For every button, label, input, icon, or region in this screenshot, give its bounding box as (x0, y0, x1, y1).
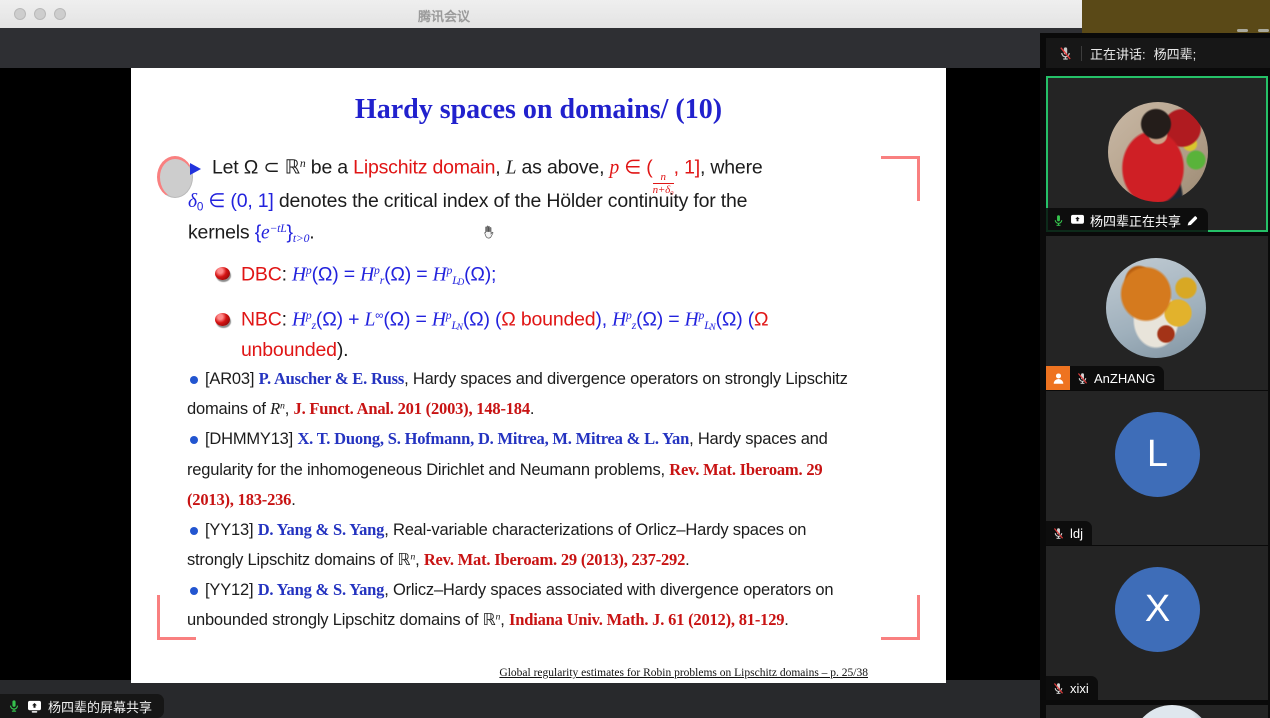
participants-panel: 正在讲话: 杨四辈; 杨四辈正在共享 (1040, 33, 1270, 718)
slide-footer: Global regularity estimates for Robin pr… (499, 667, 868, 679)
pencil-edit-icon[interactable] (1186, 214, 1199, 227)
reference-line: [YY12] D. Yang & S. Yang, Orlicz–Hardy s… (205, 582, 833, 599)
bullet-dot-icon (190, 587, 198, 595)
bullet-dot-icon (190, 527, 198, 535)
screenshare-icon (1070, 214, 1085, 226)
participant-name: xixi (1070, 681, 1089, 696)
mic-on-icon (1052, 214, 1065, 227)
avatar-photo (1132, 705, 1212, 718)
crop-mark-bottom-right (881, 595, 920, 640)
reference-line: domains of Rn, J. Funct. Anal. 201 (2003… (187, 401, 534, 418)
slide-text-line: kernels {e−tL}t>0. (188, 223, 314, 245)
person-icon (1051, 371, 1066, 386)
reference-line: strongly Lipschitz domains of ℝn, Rev. M… (187, 552, 690, 569)
host-badge (1046, 366, 1070, 390)
avatar-initial: L (1115, 412, 1200, 497)
avatar-initial: X (1115, 567, 1200, 652)
participant-name-tag: ldj (1046, 521, 1092, 545)
bullet-dot-icon (190, 436, 198, 444)
bullet-dot-icon (190, 376, 198, 384)
window-title: 腾讯会议 (0, 6, 888, 25)
participant-name: 杨四辈正在共享 (1090, 211, 1181, 230)
meeting-app: 腾讯会议 Hardy spaces on domains/ (10) Let Ω… (0, 0, 1270, 718)
backdrop-highlight (1237, 29, 1248, 32)
crop-mark-top-right (881, 156, 920, 201)
video-tile[interactable]: L ldj (1046, 391, 1268, 545)
hand-cursor-icon (481, 224, 496, 241)
reference-line: [DHMMY13] X. T. Duong, S. Hofmann, D. Mi… (205, 431, 828, 448)
presentation-slide: Hardy spaces on domains/ (10) Let Ω ⊂ ℝn… (131, 68, 946, 683)
mic-on-icon (7, 699, 21, 713)
speaking-label: 正在讲话: (1090, 44, 1146, 63)
participant-name: AnZHANG (1094, 371, 1155, 386)
slide-text-line: δ0 ∈ (0, 1] denotes the critical index o… (188, 192, 747, 213)
participant-name-tag: 杨四辈正在共享 (1046, 208, 1208, 232)
video-tile-sharer[interactable]: 杨四辈正在共享 (1046, 76, 1268, 232)
video-tile[interactable]: AnZHANG (1046, 236, 1268, 390)
avatar-letter: X (1145, 588, 1170, 631)
reference-line: unbounded strongly Lipschitz domains of … (187, 612, 789, 629)
bullet-ball-icon (215, 313, 230, 326)
mic-muted-icon (1052, 527, 1065, 540)
participant-name: ldj (1070, 526, 1083, 541)
screen-share-pill[interactable]: 杨四辈的屏幕共享 (0, 694, 164, 718)
screenshare-icon (27, 700, 42, 713)
video-tile-partial[interactable] (1046, 705, 1268, 718)
slide-text-line: DBC: Hp(Ω) = Hpr(Ω) = HpLD(Ω); (241, 265, 496, 288)
meeting-top-bar (0, 28, 1082, 68)
backdrop-highlight (1258, 29, 1269, 32)
name-tag: AnZHANG (1070, 366, 1164, 390)
speaking-indicator-bar: 正在讲话: 杨四辈; (1046, 38, 1270, 68)
avatar-letter: L (1147, 433, 1168, 476)
reference-line: [AR03] P. Auscher & E. Russ, Hardy space… (205, 371, 848, 388)
avatar-photo (1108, 102, 1208, 202)
slide-text-line: unbounded). (241, 341, 348, 361)
video-tile[interactable]: X xixi (1046, 546, 1268, 700)
mic-muted-icon (1052, 682, 1065, 695)
reference-line: (2013), 183-236. (187, 492, 296, 509)
participant-name-tag: AnZHANG (1046, 366, 1164, 390)
screen-share-pill-label: 杨四辈的屏幕共享 (48, 697, 152, 716)
triangle-bullet-icon (190, 163, 201, 175)
speaking-name: 杨四辈; (1154, 44, 1197, 63)
screen-share-area: Hardy spaces on domains/ (10) Let Ω ⊂ ℝn… (0, 68, 1040, 680)
slide-text-line: NBC: Hpz(Ω) + L∞(Ω) = HpLN(Ω) (Ω bounded… (241, 310, 768, 333)
mic-muted-icon (1058, 46, 1073, 61)
slide-title: Hardy spaces on domains/ (10) (131, 94, 946, 126)
window-titlebar: 腾讯会议 (0, 0, 1082, 29)
avatar-photo (1106, 258, 1206, 358)
divider (1081, 46, 1082, 61)
reference-line: regularity for the inhomogeneous Dirichl… (187, 462, 822, 479)
mic-muted-icon (1076, 372, 1089, 385)
reference-line: [YY13] D. Yang & S. Yang, Real-variable … (205, 522, 806, 539)
bullet-ball-icon (215, 267, 230, 280)
participant-name-tag: xixi (1046, 676, 1098, 700)
